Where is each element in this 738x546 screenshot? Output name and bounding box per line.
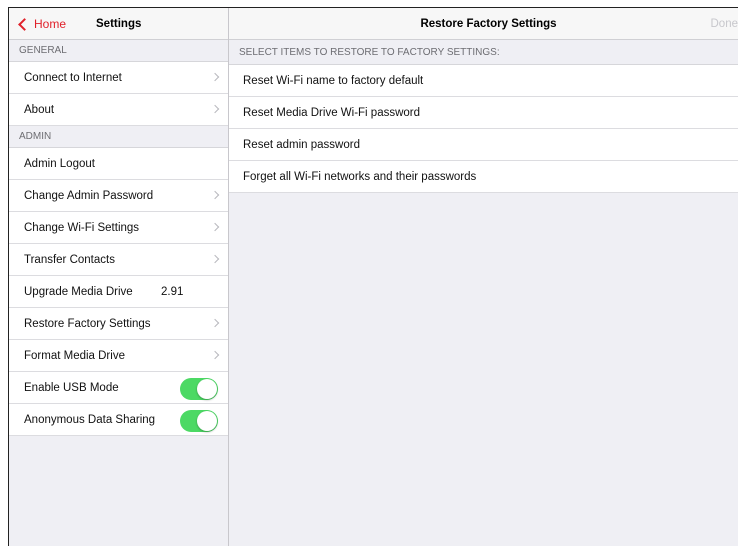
admin-section-header: ADMIN — [9, 126, 228, 148]
general-section-header: GENERAL — [9, 40, 228, 62]
forget-wifi-networks-item[interactable]: Forget all Wi-Fi networks and their pass… — [229, 161, 738, 193]
sidebar-item-label: Enable USB Mode — [24, 382, 119, 394]
settings-sidebar: Home Settings GENERAL Connect to Interne… — [9, 8, 229, 546]
sidebar-item-label: Connect to Internet — [24, 72, 122, 84]
sidebar-item-admin-logout[interactable]: Admin Logout — [9, 148, 228, 180]
list-item-label: Forget all Wi-Fi networks and their pass… — [243, 171, 477, 183]
page-title: Restore Factory Settings — [420, 18, 557, 30]
toggle-knob — [197, 379, 217, 399]
sidebar-item-label: Change Wi-Fi Settings — [24, 222, 140, 234]
usb-mode-toggle[interactable] — [180, 378, 218, 400]
sidebar-item-restore-factory-settings[interactable]: Restore Factory Settings — [9, 308, 228, 340]
list-item-label: Reset Wi-Fi name to factory default — [243, 75, 424, 87]
sidebar-item-format-media-drive[interactable]: Format Media Drive — [9, 340, 228, 372]
chevron-right-icon — [210, 222, 220, 232]
sidebar-item-change-wifi-settings[interactable]: Change Wi-Fi Settings — [9, 212, 228, 244]
sidebar-item-label: Restore Factory Settings — [24, 318, 151, 330]
sidebar-item-label: Format Media Drive — [24, 350, 125, 362]
sidebar-item-label: Upgrade Media Drive — [24, 286, 133, 298]
reset-wifi-password-item[interactable]: Reset Media Drive Wi-Fi password — [229, 97, 738, 129]
sidebar-item-about[interactable]: About — [9, 94, 228, 126]
reset-admin-password-item[interactable]: Reset admin password — [229, 129, 738, 161]
chevron-right-icon — [210, 190, 220, 200]
chevron-right-icon — [210, 104, 220, 114]
sidebar-item-label: About — [24, 104, 55, 116]
sidebar-nav-bar: Home Settings — [9, 8, 228, 40]
sidebar-item-label: Admin Logout — [24, 158, 95, 170]
detail-pane: Restore Factory Settings Done SELECT ITE… — [229, 8, 738, 546]
sidebar-title: Settings — [96, 18, 142, 30]
detail-nav-bar: Restore Factory Settings Done — [229, 8, 738, 40]
list-item-label: Reset Media Drive Wi-Fi password — [243, 107, 421, 119]
sidebar-item-change-admin-password[interactable]: Change Admin Password — [9, 180, 228, 212]
toggle-knob — [197, 411, 217, 431]
back-label: Home — [34, 17, 67, 31]
reset-wifi-name-item[interactable]: Reset Wi-Fi name to factory default — [229, 65, 738, 97]
data-sharing-toggle[interactable] — [180, 410, 218, 432]
sidebar-item-connect-to-internet[interactable]: Connect to Internet — [9, 62, 228, 94]
chevron-right-icon — [210, 350, 220, 360]
chevron-left-icon — [18, 17, 31, 31]
home-back-button[interactable]: Home — [17, 17, 66, 31]
chevron-right-icon — [210, 318, 220, 328]
firmware-version-value: 2.91 — [161, 286, 184, 298]
chevron-right-icon — [210, 254, 220, 264]
restore-section-header: SELECT ITEMS TO RESTORE TO FACTORY SETTI… — [229, 40, 738, 65]
done-button[interactable]: Done — [711, 18, 738, 30]
sidebar-item-label: Change Admin Password — [24, 190, 154, 202]
sidebar-item-enable-usb-mode: Enable USB Mode — [9, 372, 228, 404]
sidebar-item-transfer-contacts[interactable]: Transfer Contacts — [9, 244, 228, 276]
sidebar-item-anonymous-data-sharing: Anonymous Data Sharing — [9, 404, 228, 436]
chevron-right-icon — [210, 72, 220, 82]
sidebar-item-upgrade-media-drive[interactable]: Upgrade Media Drive 2.91 — [9, 276, 228, 308]
app-window: Home Settings GENERAL Connect to Interne… — [8, 7, 738, 546]
sidebar-item-label: Transfer Contacts — [24, 254, 115, 266]
list-item-label: Reset admin password — [243, 139, 360, 151]
sidebar-item-label: Anonymous Data Sharing — [24, 414, 156, 426]
